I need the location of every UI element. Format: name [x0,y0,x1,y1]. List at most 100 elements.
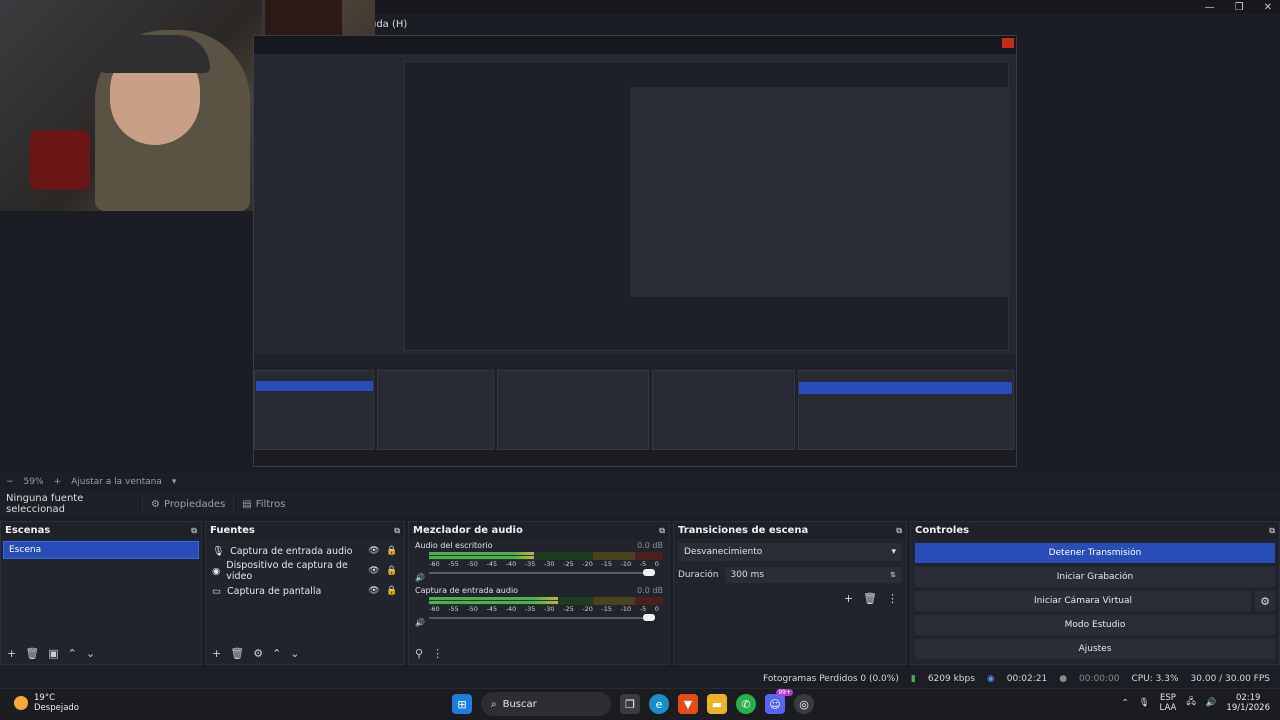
meter-scale-tick: -15 [601,605,613,613]
mixer-toolbar: ⚲ ⋮ [409,642,669,664]
controls-title: Controles [915,525,970,536]
filters-button[interactable]: ▤ Filtros [233,494,293,514]
sources-dock: Fuentes ⧉ 🎙 Captura de entrada audio 👁 🔒… [205,521,405,665]
fit-to-window-dropdown[interactable]: Ajustar a la ventana [71,477,162,487]
scene-item[interactable]: Escena [3,541,199,559]
windows-start-icon[interactable]: ⊞ [452,694,472,714]
file-explorer-icon[interactable]: ▬ [707,694,727,714]
obs-studio-icon[interactable]: ◎ [794,694,814,714]
filter-icon: ▤ [242,498,252,510]
move-up-icon[interactable]: ⌃ [272,647,281,660]
meter-scale-tick: -35 [524,560,536,568]
source-item[interactable]: ◉ Dispositivo de captura de video 👁 🔒 [206,560,404,582]
sources-dock-header: Fuentes ⧉ [206,522,404,539]
move-down-icon[interactable]: ⌄ [86,647,95,660]
rec-time: 00:00:00 [1079,673,1120,684]
add-source-icon[interactable]: + [212,647,221,660]
taskbar-search[interactable]: ⌕ Buscar [481,692,611,716]
more-options-icon[interactable]: ⋮ [432,647,443,660]
gear-icon[interactable]: ⚙ [1255,591,1275,611]
source-properties-icon[interactable]: ⚙ [253,647,263,660]
settings-button[interactable]: Ajustes [915,639,1275,659]
spin-arrows-icon[interactable]: ⇅ [890,571,896,579]
lang-top: ESP [1159,693,1176,703]
move-up-icon[interactable]: ⌃ [68,647,77,660]
virtual-camera-button[interactable]: Iniciar Cámara Virtual [915,591,1251,611]
source-item[interactable]: ▭ Captura de pantalla 👁 🔒 [206,581,404,601]
speaker-icon[interactable]: 🔊 [415,573,425,582]
meter-scale-tick: -55 [448,560,459,568]
meter-scale-tick: 0 [654,605,659,613]
remove-transition-icon[interactable]: 🗑 [863,592,877,605]
visibility-eye-icon[interactable]: 👁 [368,586,380,596]
dock-undock-icon[interactable]: ⧉ [659,526,665,536]
dock-undock-icon[interactable]: ⧉ [1269,526,1275,536]
meter-scale-tick: -40 [505,560,517,568]
duration-row: Duración 300 ms ⇅ [678,567,902,583]
move-down-icon[interactable]: ⌄ [290,647,299,660]
chevron-up-icon[interactable]: ⌃ [1122,698,1129,708]
minimize-icon[interactable]: — [1205,2,1215,13]
dock-undock-icon[interactable]: ⧉ [394,526,400,536]
visibility-eye-icon[interactable]: 👁 [368,546,380,556]
zoom-level: 59% [23,477,44,487]
slider-knob[interactable] [643,614,655,621]
volume-icon[interactable]: 🔊 [1206,698,1217,708]
lock-icon[interactable]: 🔒 [386,566,398,576]
brave-browser-icon[interactable]: ▼ [678,694,698,714]
remove-source-icon[interactable]: 🗑 [230,647,244,660]
meter-scale-tick: -20 [582,605,593,613]
nested-close-icon [1002,38,1014,48]
lock-icon[interactable]: 🔒 [386,546,398,556]
task-view-icon[interactable]: ❐ [620,694,640,714]
whatsapp-icon[interactable]: ✆ [736,694,756,714]
channel-db: 0.0 dB [637,541,663,550]
zoom-out-icon[interactable]: − [6,477,14,487]
more-options-icon[interactable]: ⋮ [887,592,898,605]
transitions-title: Transiciones de escena [678,525,809,536]
meter-scale-tick: -10 [620,605,632,613]
network-icon[interactable]: 🖧 [1186,696,1195,710]
dock-undock-icon[interactable]: ⧉ [191,526,197,536]
edge-browser-icon[interactable]: e [649,694,669,714]
studio-mode-button[interactable]: Modo Estudio [915,615,1275,635]
language-indicator[interactable]: ESP LAA [1160,693,1177,713]
preview-canvas[interactable]: — ❐ ✕ uda (H) [0,0,1280,474]
volume-meter [429,552,663,560]
volume-slider[interactable] [429,614,663,621]
add-scene-icon[interactable]: + [7,647,16,660]
maximize-icon[interactable]: ❐ [1235,2,1244,13]
transition-select[interactable]: Desvanecimiento ▾ [678,543,902,561]
weather-widget[interactable]: 19°C Despejado [14,693,79,713]
start-recording-button[interactable]: Iniciar Grabación [915,567,1275,587]
remove-scene-icon[interactable]: 🗑 [25,647,39,660]
discord-icon[interactable]: ☺ 99+ [765,689,793,714]
cpu-usage: CPU: 3.3% [1131,673,1179,684]
properties-button[interactable]: ⚙ Propiedades [142,494,233,514]
advanced-audio-icon[interactable]: ⚲ [415,647,423,660]
chevron-down-icon[interactable]: ▾ [172,477,177,487]
microphone-icon[interactable]: 🎙 [1139,698,1150,708]
camera-icon: ◉ [212,565,221,577]
duration-spinbox[interactable]: 300 ms ⇅ [724,567,902,583]
source-item[interactable]: 🎙 Captura de entrada audio 👁 🔒 [206,541,404,561]
gear-icon: ⚙ [151,498,160,510]
zoom-in-icon[interactable]: + [54,477,62,487]
nested-stop-stream-button [799,382,1012,394]
stop-stream-button[interactable]: Detener Transmisión [915,543,1275,563]
volume-slider[interactable] [429,569,663,576]
speaker-icon[interactable]: 🔊 [415,618,425,627]
menu-item-help[interactable]: uda (H) [370,19,407,30]
add-transition-icon[interactable]: + [844,592,853,605]
clock[interactable]: 02:19 19/1/2026 [1226,693,1270,713]
scene-filters-icon[interactable]: ▣ [48,647,58,660]
close-icon[interactable]: ✕ [1264,2,1272,13]
lock-icon[interactable]: 🔒 [386,586,398,596]
dock-undock-icon[interactable]: ⧉ [896,526,902,536]
signal-icon: ▮ [910,673,916,684]
slider-knob[interactable] [643,569,655,576]
visibility-eye-icon[interactable]: 👁 [368,566,380,576]
meter-scale: -60 -55 -50 -45 -40 -35 -30 -25 -20 -15 -10 -5 0 [429,605,663,613]
window-controls: — ❐ ✕ [1205,0,1272,14]
nested-screen-capture [253,35,1017,467]
